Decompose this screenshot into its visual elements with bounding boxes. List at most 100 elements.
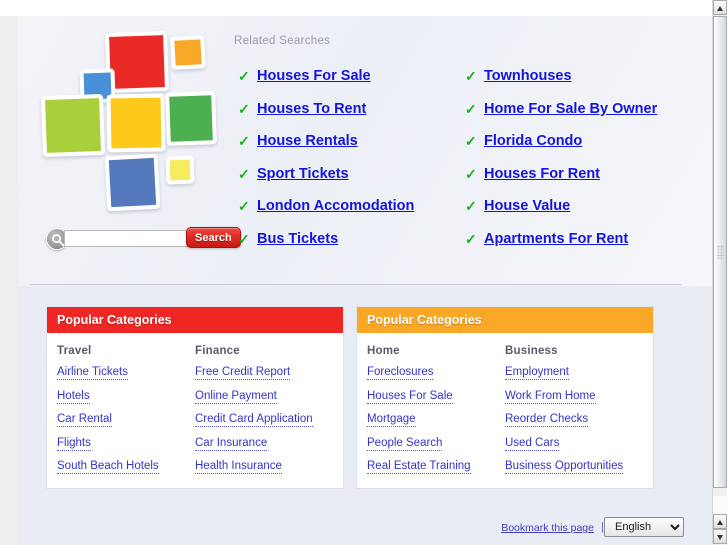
related-search-link[interactable]: Apartments For Rent: [484, 231, 628, 247]
category-link[interactable]: Work From Home: [505, 390, 596, 404]
category-link[interactable]: Credit Card Application: [195, 413, 313, 427]
triangle-up-icon: [717, 6, 723, 11]
scroll-up-button[interactable]: [713, 0, 727, 15]
logo-tile: [165, 91, 217, 146]
category-column: Travel Airline Tickets Hotels Car Rental Fli…: [57, 345, 195, 474]
category-title: Business: [505, 345, 558, 357]
related-search-link[interactable]: Sport Tickets: [257, 166, 349, 182]
related-search-link[interactable]: Bus Tickets: [257, 231, 338, 247]
related-search-row: ✓ Bus Tickets: [238, 223, 468, 256]
related-search-link[interactable]: Home For Sale By Owner: [484, 101, 657, 117]
green-check-icon: ✓: [465, 230, 477, 247]
related-search-link[interactable]: Houses For Rent: [484, 166, 600, 182]
browser-viewport: Search Related Searches ✓ Houses For Sale…: [0, 0, 712, 545]
scrollbar-grip: [717, 245, 724, 259]
search-bar: Search: [46, 227, 241, 252]
language-select[interactable]: English: [604, 517, 684, 537]
card-header: Popular Categories: [47, 307, 343, 333]
card-body: Travel Airline Tickets Hotels Car Rental Fli…: [47, 333, 343, 488]
vertical-scrollbar[interactable]: [712, 0, 727, 545]
card-body: Home Foreclosures Houses For Sale Mortgage P…: [357, 333, 653, 488]
green-check-icon: ✓: [238, 165, 250, 182]
mosaic-squares-logo: [40, 24, 240, 239]
category-link[interactable]: Online Payment: [195, 390, 277, 404]
related-search-row: ✓ Houses To Rent: [238, 93, 468, 126]
category-link[interactable]: Hotels: [57, 390, 90, 404]
related-search-link[interactable]: Florida Condo: [484, 133, 582, 149]
green-check-icon: ✓: [465, 100, 477, 117]
scrollbar-thumb[interactable]: [713, 16, 727, 488]
green-check-icon: ✓: [465, 68, 477, 85]
related-search-row: ✓ Houses For Sale: [238, 60, 468, 93]
category-link[interactable]: Health Insurance: [195, 460, 282, 474]
related-search-row: ✓ House Rentals: [238, 125, 468, 158]
category-column: Finance Free Credit Report Online Payment C…: [195, 345, 333, 474]
top-white-band: [0, 0, 712, 16]
triangle-up-icon: [717, 520, 723, 525]
green-check-icon: ✓: [238, 100, 250, 117]
related-search-row: ✓ Townhouses: [465, 60, 695, 93]
related-search-row: ✓ Florida Condo: [465, 125, 695, 158]
page-content: Search Related Searches ✓ Houses For Sale…: [18, 16, 712, 545]
related-links-column-right: ✓ Townhouses ✓ Home For Sale By Owner ✓ Flori…: [465, 60, 695, 255]
logo-tile: [104, 153, 161, 212]
category-link[interactable]: Employment: [505, 366, 569, 380]
category-title: Home: [367, 345, 400, 357]
scroll-down-button[interactable]: [713, 529, 727, 544]
related-search-link[interactable]: Houses To Rent: [257, 101, 366, 117]
category-link[interactable]: Reorder Checks: [505, 413, 589, 427]
logo-tile: [106, 93, 166, 153]
related-search-row: ✓ London Accomodation: [238, 190, 468, 223]
popular-categories-card-left: Popular Categories Travel Airline Tickets…: [46, 306, 344, 489]
category-link[interactable]: Free Credit Report: [195, 366, 291, 380]
search-button[interactable]: Search: [186, 227, 241, 248]
category-link[interactable]: Real Estate Training: [367, 460, 471, 474]
category-link[interactable]: Flights: [57, 437, 91, 451]
bookmark-this-page-link[interactable]: Bookmark this page: [501, 522, 594, 534]
related-search-row: ✓ Sport Tickets: [238, 158, 468, 191]
green-check-icon: ✓: [238, 133, 250, 150]
related-search-row: ✓ House Value: [465, 190, 695, 223]
card-header: Popular Categories: [357, 307, 653, 333]
related-search-row: ✓ Apartments For Rent: [465, 223, 695, 256]
category-title: Finance: [195, 345, 240, 357]
related-searches-label: Related Searches: [234, 35, 331, 47]
logo-tile: [40, 93, 106, 158]
popular-categories-card-right: Popular Categories Home Foreclosures House…: [356, 306, 654, 489]
green-check-icon: ✓: [465, 198, 477, 215]
section-divider: [30, 284, 682, 285]
category-link[interactable]: Business Opportunities: [505, 460, 624, 474]
triangle-down-icon: [717, 535, 723, 540]
scrollbar-track-gap[interactable]: [713, 496, 727, 514]
related-search-link[interactable]: Houses For Sale: [257, 68, 371, 84]
related-search-link[interactable]: London Accomodation: [257, 198, 414, 214]
related-search-row: ✓ Houses For Rent: [465, 158, 695, 191]
related-search-link[interactable]: Townhouses: [484, 68, 572, 84]
category-link[interactable]: Airline Tickets: [57, 366, 128, 380]
related-links-column-left: ✓ Houses For Sale ✓ Houses To Rent ✓ House Re…: [238, 60, 468, 255]
category-link[interactable]: Foreclosures: [367, 366, 434, 380]
logo-tile: [170, 35, 206, 70]
page-footer: Bookmark this page | English: [18, 511, 712, 545]
category-link[interactable]: Mortgage: [367, 413, 416, 427]
category-title: Travel: [57, 345, 92, 357]
related-search-link[interactable]: House Value: [484, 198, 570, 214]
page-root: Search Related Searches ✓ Houses For Sale…: [0, 0, 727, 545]
category-column: Business Employment Work From Home Reorder …: [505, 345, 643, 474]
logo-tile: [165, 155, 195, 185]
category-link[interactable]: Used Cars: [505, 437, 560, 451]
related-search-row: ✓ Home For Sale By Owner: [465, 93, 695, 126]
category-link[interactable]: Car Insurance: [195, 437, 268, 451]
related-search-link[interactable]: House Rentals: [257, 133, 358, 149]
green-check-icon: ✓: [465, 133, 477, 150]
green-check-icon: ✓: [238, 68, 250, 85]
category-link[interactable]: People Search: [367, 437, 443, 451]
category-link[interactable]: Car Rental: [57, 413, 112, 427]
category-link[interactable]: South Beach Hotels: [57, 460, 159, 474]
category-link[interactable]: Houses For Sale: [367, 390, 453, 404]
green-check-icon: ✓: [238, 230, 250, 247]
search-input[interactable]: [64, 230, 192, 247]
green-check-icon: ✓: [238, 198, 250, 215]
green-check-icon: ✓: [465, 165, 477, 182]
scroll-up-button-bottom[interactable]: [713, 514, 727, 529]
